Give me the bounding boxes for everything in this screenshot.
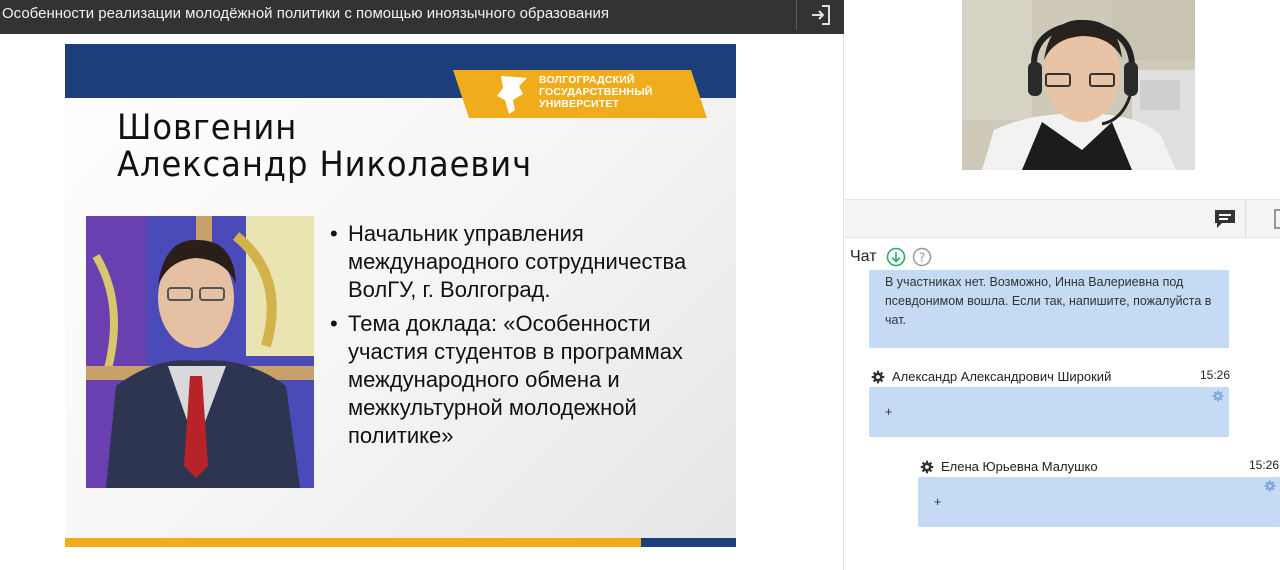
- svg-text:?: ?: [918, 251, 924, 265]
- exit-button[interactable]: [796, 0, 844, 30]
- chat-message-bubble: +: [918, 477, 1280, 527]
- gear-icon: [871, 370, 885, 383]
- panel-icon: [1274, 209, 1280, 229]
- chat-message-text: +: [934, 495, 942, 509]
- logo-line-1: ВОЛГОГРАДСКИЙ: [539, 74, 635, 86]
- chat-message-author: Елена Юрьевна Малушко: [920, 459, 1098, 474]
- webcam-video: [962, 0, 1195, 170]
- bullet-position: Начальник управления международного сотр…: [330, 220, 730, 304]
- logo-text: ВОЛГОГРАДСКИЙ ГОСУДАРСТВЕННЫЙ УНИВЕРСИТЕ…: [539, 74, 653, 110]
- logo-line-2: ГОСУДАРСТВЕННЫЙ: [539, 86, 653, 98]
- title-bar: Особенности реализации молодёжной полити…: [0, 0, 844, 34]
- message-options-icon[interactable]: [1212, 390, 1224, 402]
- speaker-surname: Шовгенин: [117, 108, 298, 148]
- slide: ВОЛГОГРАДСКИЙ ГОСУДАРСТВЕННЫЙ УНИВЕРСИТЕ…: [65, 44, 736, 547]
- bullet-topic: Тема доклада: «Особенности участия студе…: [330, 310, 730, 450]
- presentation-area: ВОЛГОГРАДСКИЙ ГОСУДАРСТВЕННЫЙ УНИВЕРСИТЕ…: [0, 34, 844, 570]
- gear-icon: [920, 460, 934, 473]
- exit-icon: [811, 5, 830, 25]
- slide-bottom-gold-band: [65, 538, 641, 547]
- participants-tab[interactable]: [1245, 200, 1280, 238]
- speaker-given-names: Александр Николаевич: [117, 145, 533, 185]
- speaker-name: Шовгенин Александр Николаевич: [117, 110, 532, 184]
- chat-icon: [1215, 210, 1235, 228]
- chat-message-text: В участниках нет. Возможно, Инна Валерие…: [885, 275, 1212, 327]
- chat-title: Чат: [850, 248, 877, 265]
- help-icon[interactable]: ?: [912, 247, 932, 267]
- chat-message-author: Александр Александрович Широкий: [871, 369, 1111, 384]
- chat-message-time: 15:26: [1249, 458, 1280, 472]
- chat-tab[interactable]: [1205, 200, 1245, 238]
- chat-message-list[interactable]: В участниках нет. Возможно, Инна Валерие…: [845, 270, 1280, 570]
- download-icon[interactable]: [886, 247, 906, 267]
- meeting-title: Особенности реализации молодёжной полити…: [2, 5, 610, 22]
- author-name: Елена Юрьевна Малушко: [941, 459, 1098, 474]
- chat-header: Чат ?: [850, 246, 938, 268]
- right-panel: Чат ? В участниках нет. Возможно, Инна В…: [845, 0, 1280, 570]
- message-options-icon[interactable]: [1264, 480, 1276, 492]
- chat-message-bubble: +: [869, 387, 1229, 437]
- author-name: Александр Александрович Широкий: [892, 369, 1112, 384]
- chat-message-time: 15:26: [1200, 368, 1231, 382]
- chat-message-text: +: [885, 405, 893, 419]
- logo-line-3: УНИВЕРСИТЕТ: [539, 98, 620, 110]
- slide-bottom-blue-band: [641, 538, 736, 547]
- chat-message-bubble: В участниках нет. Возможно, Инна Валерие…: [869, 270, 1229, 348]
- panel-tab-bar: [845, 199, 1280, 238]
- app-root: Особенности реализации молодёжной полити…: [0, 0, 1280, 570]
- speaker-photo: [86, 216, 314, 488]
- slide-bullets: Начальник управления международного сотр…: [330, 220, 730, 456]
